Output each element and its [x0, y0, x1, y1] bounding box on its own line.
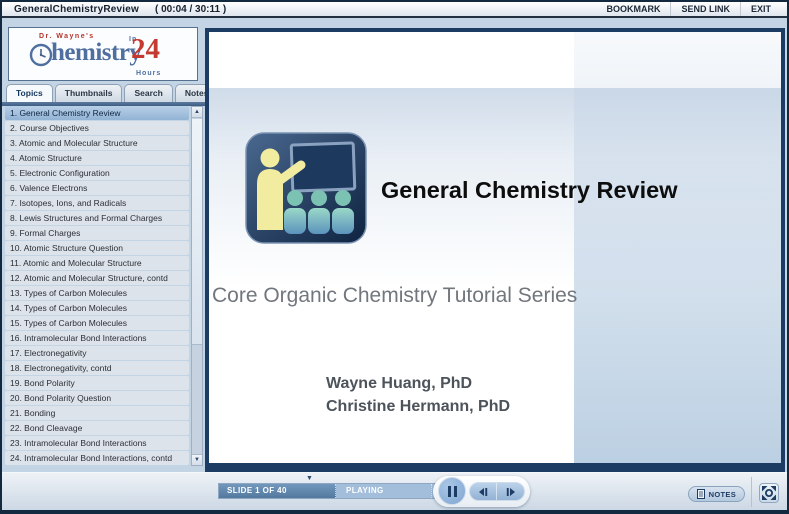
top-menu: BOOKMARKSEND LINKEXIT	[596, 2, 781, 16]
topic-item[interactable]: 15. Types of Carbon Molecules	[5, 316, 189, 330]
topic-item[interactable]: 5. Electronic Configuration	[5, 166, 189, 180]
topic-item[interactable]: 3. Atomic and Molecular Structure	[5, 136, 189, 150]
classroom-teacher-icon	[245, 132, 367, 244]
tab-search[interactable]: Search	[124, 84, 172, 102]
exit-button[interactable]: EXIT	[740, 2, 781, 16]
notes-label: NOTES	[709, 490, 736, 499]
topic-list: 1. General Chemistry Review2. Course Obj…	[5, 106, 189, 466]
topic-item[interactable]: 17. Electronegativity	[5, 346, 189, 360]
topic-item[interactable]: 18. Electronegativity, contd	[5, 361, 189, 375]
bookmark-button[interactable]: BOOKMARK	[596, 2, 670, 16]
topic-item[interactable]: 14. Types of Carbon Molecules	[5, 301, 189, 315]
bottom-bar-divider	[751, 477, 752, 507]
sidebar: Dr. Wayne's hemistry In 24 Hours TopicsT…	[2, 20, 207, 472]
fullscreen-icon	[762, 486, 776, 500]
author-line: Christine Hermann, PhD	[326, 395, 510, 418]
topic-item[interactable]: 23. Intramolecular Bond Interactions	[5, 436, 189, 450]
transport-controls	[433, 476, 530, 507]
tab-topics[interactable]: Topics	[6, 84, 53, 102]
player-window: GeneralChemistryReview ( 00:04 / 30:11 )…	[0, 0, 789, 514]
topic-item[interactable]: 24. Intramolecular Bond Interactions, co…	[5, 451, 189, 465]
topic-item[interactable]: 22. Bond Cleavage	[5, 421, 189, 435]
brand-logo: Dr. Wayne's hemistry In 24 Hours	[8, 27, 198, 81]
tab-thumbnails[interactable]: Thumbnails	[55, 84, 123, 102]
topic-item[interactable]: 10. Atomic Structure Question	[5, 241, 189, 255]
collapse-handle-icon[interactable]: ▼	[306, 475, 313, 482]
send-link-button[interactable]: SEND LINK	[670, 2, 740, 16]
topic-list-scrollbar[interactable]: ▲ ▼	[191, 106, 203, 466]
slide-counter: SLIDE 1 OF 40	[219, 484, 336, 498]
logo-chemistry-text: hemistry	[51, 39, 141, 67]
next-slide-button[interactable]	[497, 483, 524, 500]
scroll-down-icon[interactable]: ▼	[192, 454, 202, 465]
slide-title: General Chemistry Review	[381, 177, 678, 204]
sidebar-tabs: TopicsThumbnailsSearchNotes	[6, 84, 218, 102]
topic-item[interactable]: 4. Atomic Structure	[5, 151, 189, 165]
topic-item[interactable]: 16. Intramolecular Bond Interactions	[5, 331, 189, 345]
notes-button[interactable]: NOTES	[688, 486, 745, 502]
notes-document-icon	[697, 489, 705, 499]
title-bar: GeneralChemistryReview ( 00:04 / 30:11 )…	[2, 2, 787, 18]
pause-button[interactable]	[438, 477, 466, 505]
playback-status: PLAYING	[336, 484, 432, 498]
slide-subtitle: Core Organic Chemistry Tutorial Series	[212, 284, 577, 308]
scroll-up-icon[interactable]: ▲	[192, 107, 202, 118]
playback-bar: ▼ SLIDE 1 OF 40 PLAYING 00:04 / 00:11	[2, 472, 787, 510]
topic-item[interactable]: 19. Bond Polarity	[5, 376, 189, 390]
scrollbar-thumb[interactable]	[192, 119, 202, 345]
previous-icon	[477, 487, 489, 497]
topic-item[interactable]: 8. Lewis Structures and Formal Charges	[5, 211, 189, 225]
topic-item[interactable]: 12. Atomic and Molecular Structure, cont…	[5, 271, 189, 285]
next-icon	[505, 487, 517, 497]
clock-icon	[29, 43, 53, 72]
topic-item[interactable]: 21. Bonding	[5, 406, 189, 420]
topic-item[interactable]: 11. Atomic and Molecular Structure	[5, 256, 189, 270]
slide-nav-pill	[469, 482, 525, 501]
logo-24-text: 24	[131, 33, 160, 66]
pause-icon	[448, 486, 457, 497]
total-time-display: ( 00:04 / 30:11 )	[155, 4, 226, 15]
logo-hours-text: Hours	[136, 70, 161, 77]
topic-item[interactable]: 20. Bond Polarity Question	[5, 391, 189, 405]
topic-item[interactable]: 7. Isotopes, Ions, and Radicals	[5, 196, 189, 210]
previous-slide-button[interactable]	[470, 483, 497, 500]
topic-item[interactable]: 2. Course Objectives	[5, 121, 189, 135]
topic-item[interactable]: 6. Valence Electrons	[5, 181, 189, 195]
topic-item[interactable]: 1. General Chemistry Review	[5, 106, 189, 120]
slide-stage: General Chemistry Review Core Organic Ch…	[205, 28, 785, 472]
topic-item[interactable]: 9. Formal Charges	[5, 226, 189, 240]
slide-authors: Wayne Huang, PhDChristine Hermann, PhD	[326, 372, 510, 418]
fullscreen-button[interactable]	[759, 483, 779, 503]
window-title: GeneralChemistryReview	[14, 4, 139, 15]
topic-item[interactable]: 13. Types of Carbon Molecules	[5, 286, 189, 300]
author-line: Wayne Huang, PhD	[326, 372, 510, 395]
